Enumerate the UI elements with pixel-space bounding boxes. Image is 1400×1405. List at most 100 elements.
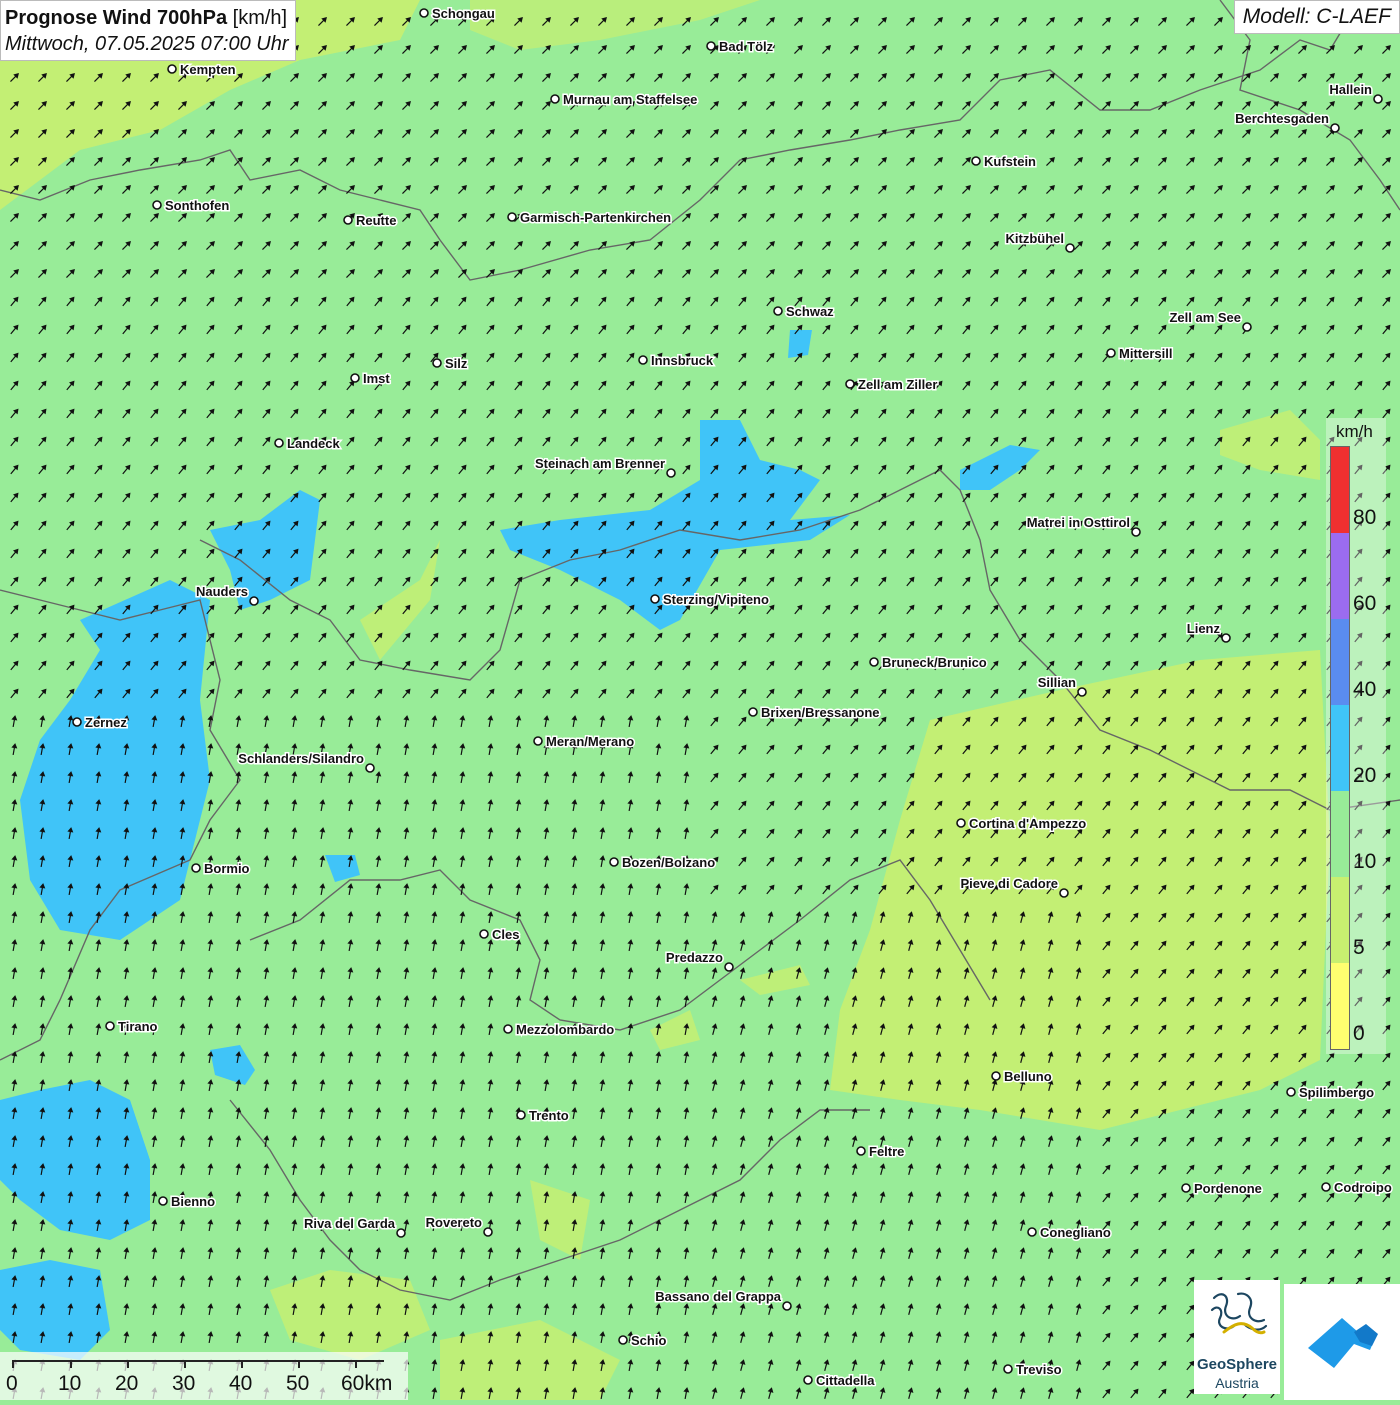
city-label: Mittersill [1119,346,1172,361]
scale-tick [298,1360,300,1368]
city-dot-icon [483,1227,493,1237]
city-label: Garmisch-Partenkirchen [520,210,671,225]
legend-tick-60: 60 [1353,592,1377,615]
title-box: Prognose Wind 700hPa [km/h] Mittwoch, 07… [0,0,296,61]
city-dot-icon [419,8,429,18]
city-label: Treviso [1016,1362,1062,1377]
city-dot-icon [396,1228,406,1238]
city-label: Sillian [1038,675,1076,690]
city-marker: Sonthofen [152,197,231,215]
city-dot-icon [72,717,82,727]
city-label: Pieve di Cadore [960,876,1058,891]
city-label: Lienz [1187,621,1221,636]
city-marker: Meran/Merano [533,733,636,751]
city-label: Matrei in Osttirol [1027,515,1130,530]
geosphere-emblem-icon [1210,1292,1268,1335]
city-marker: Garmisch-Partenkirchen [507,209,673,227]
logo-name: GeoSphere [1196,1356,1278,1373]
legend-tick-20: 20 [1353,764,1377,787]
city-dot-icon [724,962,734,972]
city-dot-icon [1131,527,1141,537]
city-dot-icon [191,863,201,873]
city-dot-icon [1286,1087,1296,1097]
city-label: Schlanders/Silandro [238,751,364,766]
legend-seg-5 [1331,877,1349,963]
city-dot-icon [991,1071,1001,1081]
city-marker: Murnau am Staffelsee [550,91,699,109]
city-label: Bormio [204,861,250,876]
city-marker: Schongau [419,5,496,23]
scale-label: 0 [6,1372,18,1395]
city-label: Zell am See [1169,310,1241,325]
city-label: Schwaz [786,304,834,319]
city-label: Belluno [1004,1069,1052,1084]
city-dot-icon [1221,633,1231,643]
city-label: Bienno [171,1194,215,1209]
city-dot-icon [1003,1364,1013,1374]
legend-tick-0: 0 [1353,1022,1365,1045]
app-logo[interactable] [1284,1284,1400,1400]
city-label: Riva del Garda [304,1216,396,1231]
scale-bar: 0 10 20 30 40 50 60km [0,1352,408,1400]
color-legend: km/h 80 60 40 20 10 5 0 [1326,418,1386,1054]
city-label: Murnau am Staffelsee [563,92,697,107]
scale-tick [70,1360,72,1368]
city-label: Innsbruck [651,353,714,368]
scale-tick [127,1360,129,1368]
wind-map: Schongau Bad Tölz Kempten Murnau am Staffel… [0,0,1400,1400]
scale-label: 40 [229,1372,253,1395]
city-label: Nauders [196,584,248,599]
scale-label: 50 [286,1372,310,1395]
forecast-datetime: Mittwoch, 07.05.2025 07:00 Uhr [5,33,289,55]
scale-label: 30 [172,1372,196,1395]
geosphere-logo[interactable]: GeoSphere Austria [1194,1280,1280,1394]
city-dot-icon [1330,123,1340,133]
city-label: Steinach am Brenner [535,456,665,471]
city-dot-icon [533,736,543,746]
city-dot-icon [971,156,981,166]
city-label: Feltre [869,1144,904,1159]
city-label: Cortina d'Ampezzo [969,816,1086,831]
city-marker: Pordenone [1181,1180,1263,1198]
city-label: Sonthofen [165,198,229,213]
city-marker: Zell am Ziller [845,376,939,394]
city-label: Sterzing/Vipiteno [663,592,769,607]
city-dot-icon [1106,348,1116,358]
legend-seg-0 [1331,963,1349,1049]
scale-label: 20 [115,1372,139,1395]
city-label: Schio [631,1333,666,1348]
city-dot-icon [350,373,360,383]
city-dot-icon [803,1375,813,1385]
city-dot-icon [1027,1227,1037,1237]
city-label: Schongau [432,6,495,21]
scale-tick [12,1360,14,1368]
city-label: Pordenone [1194,1181,1262,1196]
city-label: Conegliano [1040,1225,1111,1240]
city-label: Bad Tölz [719,39,774,54]
scale-line [12,1360,384,1362]
city-label: Zell am Ziller [858,377,937,392]
logo-country: Austria [1215,1375,1259,1391]
city-dot-icon [869,657,879,667]
city-dot-icon [638,355,648,365]
city-dot-icon [856,1146,866,1156]
city-dot-icon [706,41,716,51]
legend-seg-40 [1331,619,1349,705]
city-dot-icon [1065,243,1075,253]
city-dot-icon [1321,1182,1331,1192]
scale-tick [241,1360,243,1368]
city-label: Kitzbühel [1006,231,1065,246]
city-label: Bassano del Grappa [655,1289,781,1304]
city-dot-icon [432,358,442,368]
city-label: Mezzolombardo [516,1022,614,1037]
city-dot-icon [365,763,375,773]
map-unit: [km/h] [232,7,288,29]
city-dot-icon [748,707,758,717]
city-label: Hallein [1329,82,1372,97]
legend-tick-5: 5 [1353,936,1365,959]
city-marker: Mezzolombardo [503,1021,616,1039]
legend-tick-10: 10 [1353,850,1377,873]
city-dot-icon [1059,888,1069,898]
city-dot-icon [956,818,966,828]
city-marker: Cortina d'Ampezzo [956,815,1088,833]
